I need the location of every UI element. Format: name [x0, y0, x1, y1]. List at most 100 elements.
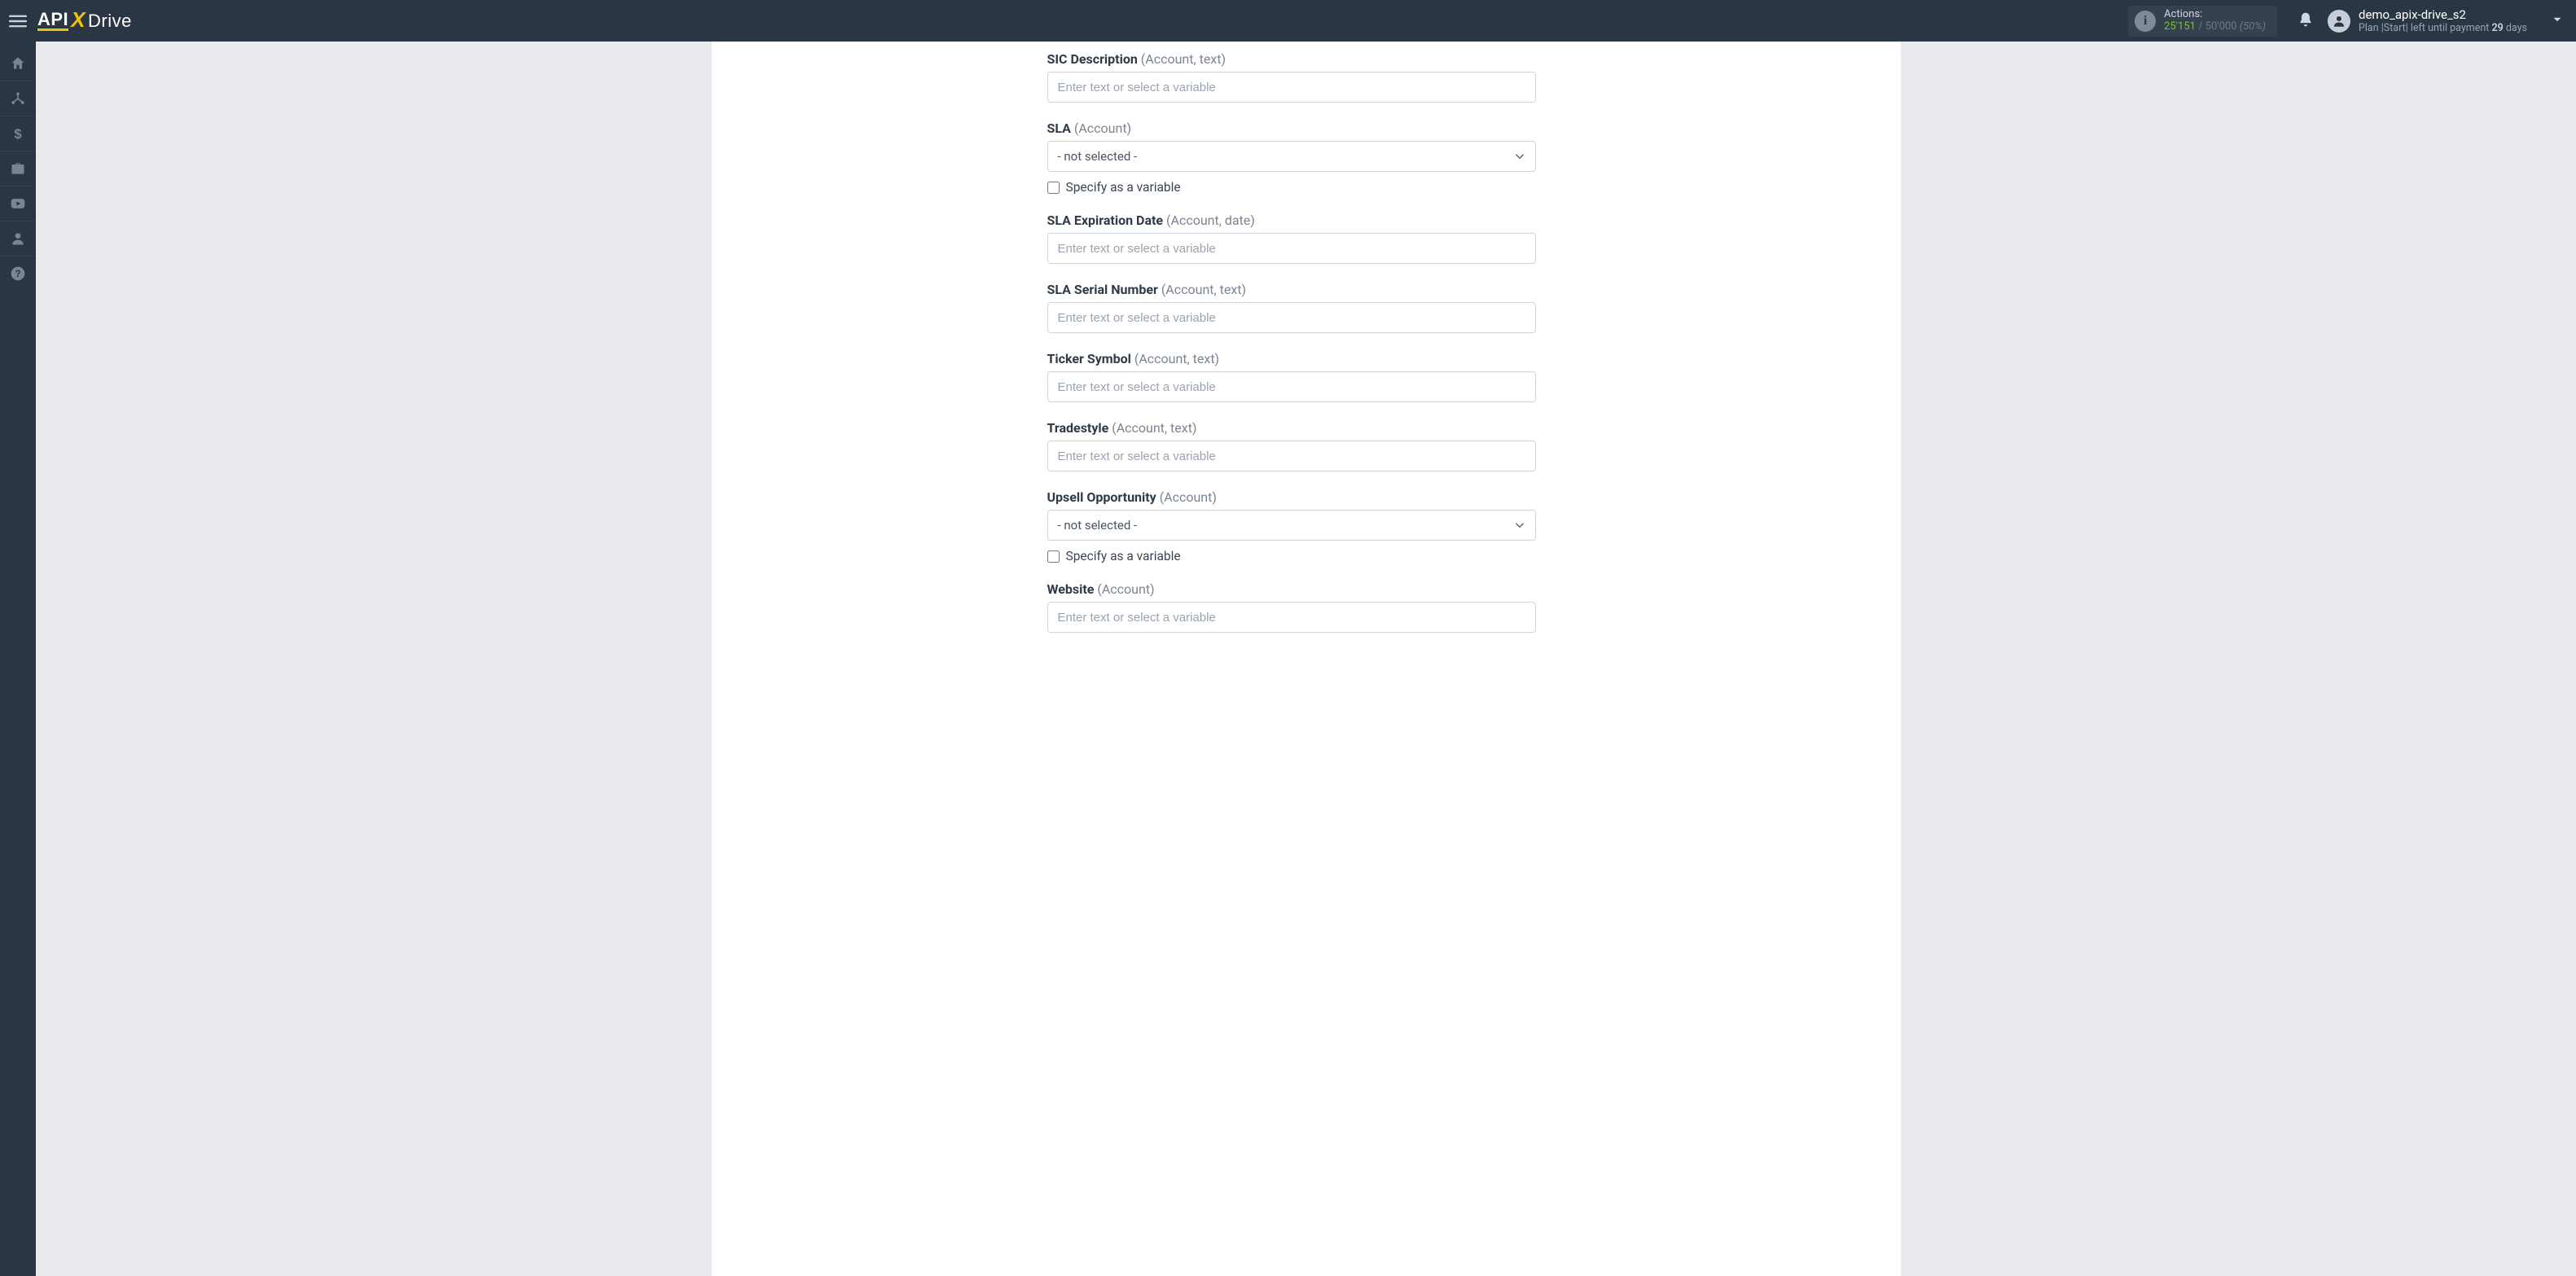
- label-text-tradestyle: Tradestyle: [1047, 420, 1109, 436]
- label-text-upsell-opportunity: Upsell Opportunity: [1047, 489, 1156, 505]
- label-hint-upsell-opportunity: (Account): [1160, 489, 1217, 505]
- select-value-upsell-opportunity: - not selected -: [1058, 518, 1138, 533]
- help-icon: ?: [10, 265, 26, 282]
- label-text-website: Website: [1047, 581, 1095, 597]
- info-icon: i: [2135, 11, 2156, 32]
- label-sla-serial-number: SLA Serial Number (Account, text): [1047, 282, 1536, 297]
- field-ticker-symbol: Ticker Symbol (Account, text): [1047, 351, 1536, 402]
- actions-slash: /: [2196, 20, 2205, 33]
- avatar: [2328, 10, 2350, 33]
- label-hint-website: (Account): [1097, 581, 1154, 597]
- svg-text:?: ?: [15, 269, 20, 279]
- label-text-sic-description: SIC Description: [1047, 51, 1138, 67]
- avatar-icon: [2332, 14, 2346, 29]
- actions-indicator[interactable]: i Actions: 25'151 / 50'000 (50%): [2128, 6, 2277, 37]
- actions-pct: (50%): [2240, 20, 2266, 33]
- home-icon: [10, 55, 26, 72]
- plan-prefix: Plan |: [2359, 22, 2384, 34]
- left-rail: $ ?: [0, 42, 36, 1276]
- notifications-button[interactable]: [2292, 11, 2319, 31]
- form-column: SIC Description (Account, text) SLA (Acco…: [1047, 51, 1536, 633]
- input-ticker-symbol[interactable]: [1047, 371, 1536, 402]
- checkbox-row-sla: Specify as a variable: [1047, 180, 1536, 195]
- select-sla[interactable]: - not selected -: [1047, 141, 1536, 172]
- plan-suffix: days: [2504, 22, 2527, 34]
- checkbox-label-sla[interactable]: Specify as a variable: [1066, 180, 1181, 195]
- label-sla: SLA (Account): [1047, 121, 1536, 136]
- label-text-sla-serial-number: SLA Serial Number: [1047, 282, 1158, 297]
- topbar: API X Drive i Actions: 25'151 / 50'000 (…: [0, 0, 2576, 42]
- menu-toggle[interactable]: [0, 0, 36, 42]
- chevron-down-icon: [1512, 149, 1527, 164]
- label-hint-ticker-symbol: (Account, text): [1134, 351, 1219, 366]
- input-sla-expiration-date[interactable]: [1047, 233, 1536, 264]
- chevron-down-icon: [1512, 518, 1527, 533]
- youtube-icon: [10, 195, 26, 212]
- checkbox-row-upsell-opportunity: Specify as a variable: [1047, 549, 1536, 563]
- label-sic-description: SIC Description (Account, text): [1047, 51, 1536, 67]
- logo-part-x: X: [71, 7, 86, 33]
- sidebar-item-billing[interactable]: $: [0, 116, 36, 151]
- label-text-sla-expiration-date: SLA Expiration Date: [1047, 213, 1164, 228]
- briefcase-icon: [10, 160, 26, 177]
- connections-icon: [10, 90, 26, 107]
- input-tradestyle[interactable]: [1047, 441, 1536, 471]
- page: SIC Description (Account, text) SLA (Acco…: [36, 0, 2576, 1276]
- label-sla-expiration-date: SLA Expiration Date (Account, date): [1047, 213, 1536, 228]
- label-hint-tradestyle: (Account, text): [1112, 420, 1196, 436]
- label-upsell-opportunity: Upsell Opportunity (Account): [1047, 489, 1536, 505]
- label-ticker-symbol: Ticker Symbol (Account, text): [1047, 351, 1536, 366]
- canvas: SIC Description (Account, text) SLA (Acco…: [704, 42, 1909, 1276]
- user-menu[interactable]: demo_apix-drive_s2 Plan |Start| left unt…: [2328, 7, 2527, 34]
- label-text-sla: SLA: [1047, 121, 1071, 136]
- logo-part-drive: Drive: [88, 11, 132, 32]
- logo[interactable]: API X Drive: [37, 8, 132, 33]
- label-hint-sla-expiration-date: (Account, date): [1166, 213, 1255, 228]
- actions-used: 25'151: [2164, 20, 2196, 33]
- label-tradestyle: Tradestyle (Account, text): [1047, 420, 1536, 436]
- label-text-ticker-symbol: Ticker Symbol: [1047, 351, 1131, 366]
- sidebar-item-youtube[interactable]: [0, 186, 36, 221]
- plan-name: Start: [2384, 22, 2406, 34]
- actions-values: 25'151 / 50'000 (50%): [2164, 21, 2266, 33]
- field-sla-serial-number: SLA Serial Number (Account, text): [1047, 282, 1536, 333]
- field-sic-description: SIC Description (Account, text): [1047, 51, 1536, 103]
- label-hint-sic-description: (Account, text): [1141, 51, 1226, 67]
- field-upsell-opportunity: Upsell Opportunity (Account) - not select…: [1047, 489, 1536, 563]
- hamburger-icon: [9, 12, 27, 30]
- billing-icon: $: [10, 125, 26, 142]
- input-website[interactable]: [1047, 602, 1536, 633]
- actions-limit: 50'000: [2205, 20, 2237, 33]
- select-upsell-opportunity[interactable]: - not selected -: [1047, 510, 1536, 541]
- sidebar-item-help[interactable]: ?: [0, 257, 36, 291]
- plan-mid: | left until payment: [2406, 22, 2492, 34]
- form-card: SIC Description (Account, text) SLA (Acco…: [712, 42, 1901, 1276]
- input-sic-description[interactable]: [1047, 72, 1536, 103]
- checkbox-upsell-opportunity[interactable]: [1047, 550, 1060, 563]
- user-text: demo_apix-drive_s2 Plan |Start| left unt…: [2359, 7, 2527, 34]
- plan-days: 29: [2491, 22, 2503, 34]
- sidebar-item-connections[interactable]: [0, 81, 36, 116]
- label-hint-sla-serial-number: (Account, text): [1161, 282, 1246, 297]
- user-name: demo_apix-drive_s2: [2359, 7, 2527, 22]
- select-value-sla: - not selected -: [1058, 149, 1138, 164]
- actions-label: Actions:: [2164, 9, 2266, 21]
- bell-icon: [2297, 11, 2314, 28]
- input-sla-serial-number[interactable]: [1047, 302, 1536, 333]
- user-plan: Plan |Start| left until payment 29 days: [2359, 22, 2527, 34]
- field-sla: SLA (Account) - not selected - Specify as …: [1047, 121, 1536, 195]
- chevron-down-icon: [2550, 12, 2565, 27]
- field-tradestyle: Tradestyle (Account, text): [1047, 420, 1536, 471]
- svg-text:$: $: [14, 126, 22, 142]
- sidebar-item-briefcase[interactable]: [0, 151, 36, 186]
- field-sla-expiration-date: SLA Expiration Date (Account, date): [1047, 213, 1536, 264]
- sidebar-item-home[interactable]: [0, 46, 36, 81]
- sidebar-item-account[interactable]: [0, 221, 36, 256]
- actions-text: Actions: 25'151 / 50'000 (50%): [2164, 9, 2266, 33]
- user-menu-caret[interactable]: [2550, 12, 2565, 30]
- logo-part-api: API: [37, 11, 68, 31]
- label-website: Website (Account): [1047, 581, 1536, 597]
- account-icon: [10, 230, 26, 247]
- checkbox-sla[interactable]: [1047, 182, 1060, 194]
- checkbox-label-upsell-opportunity[interactable]: Specify as a variable: [1066, 549, 1181, 563]
